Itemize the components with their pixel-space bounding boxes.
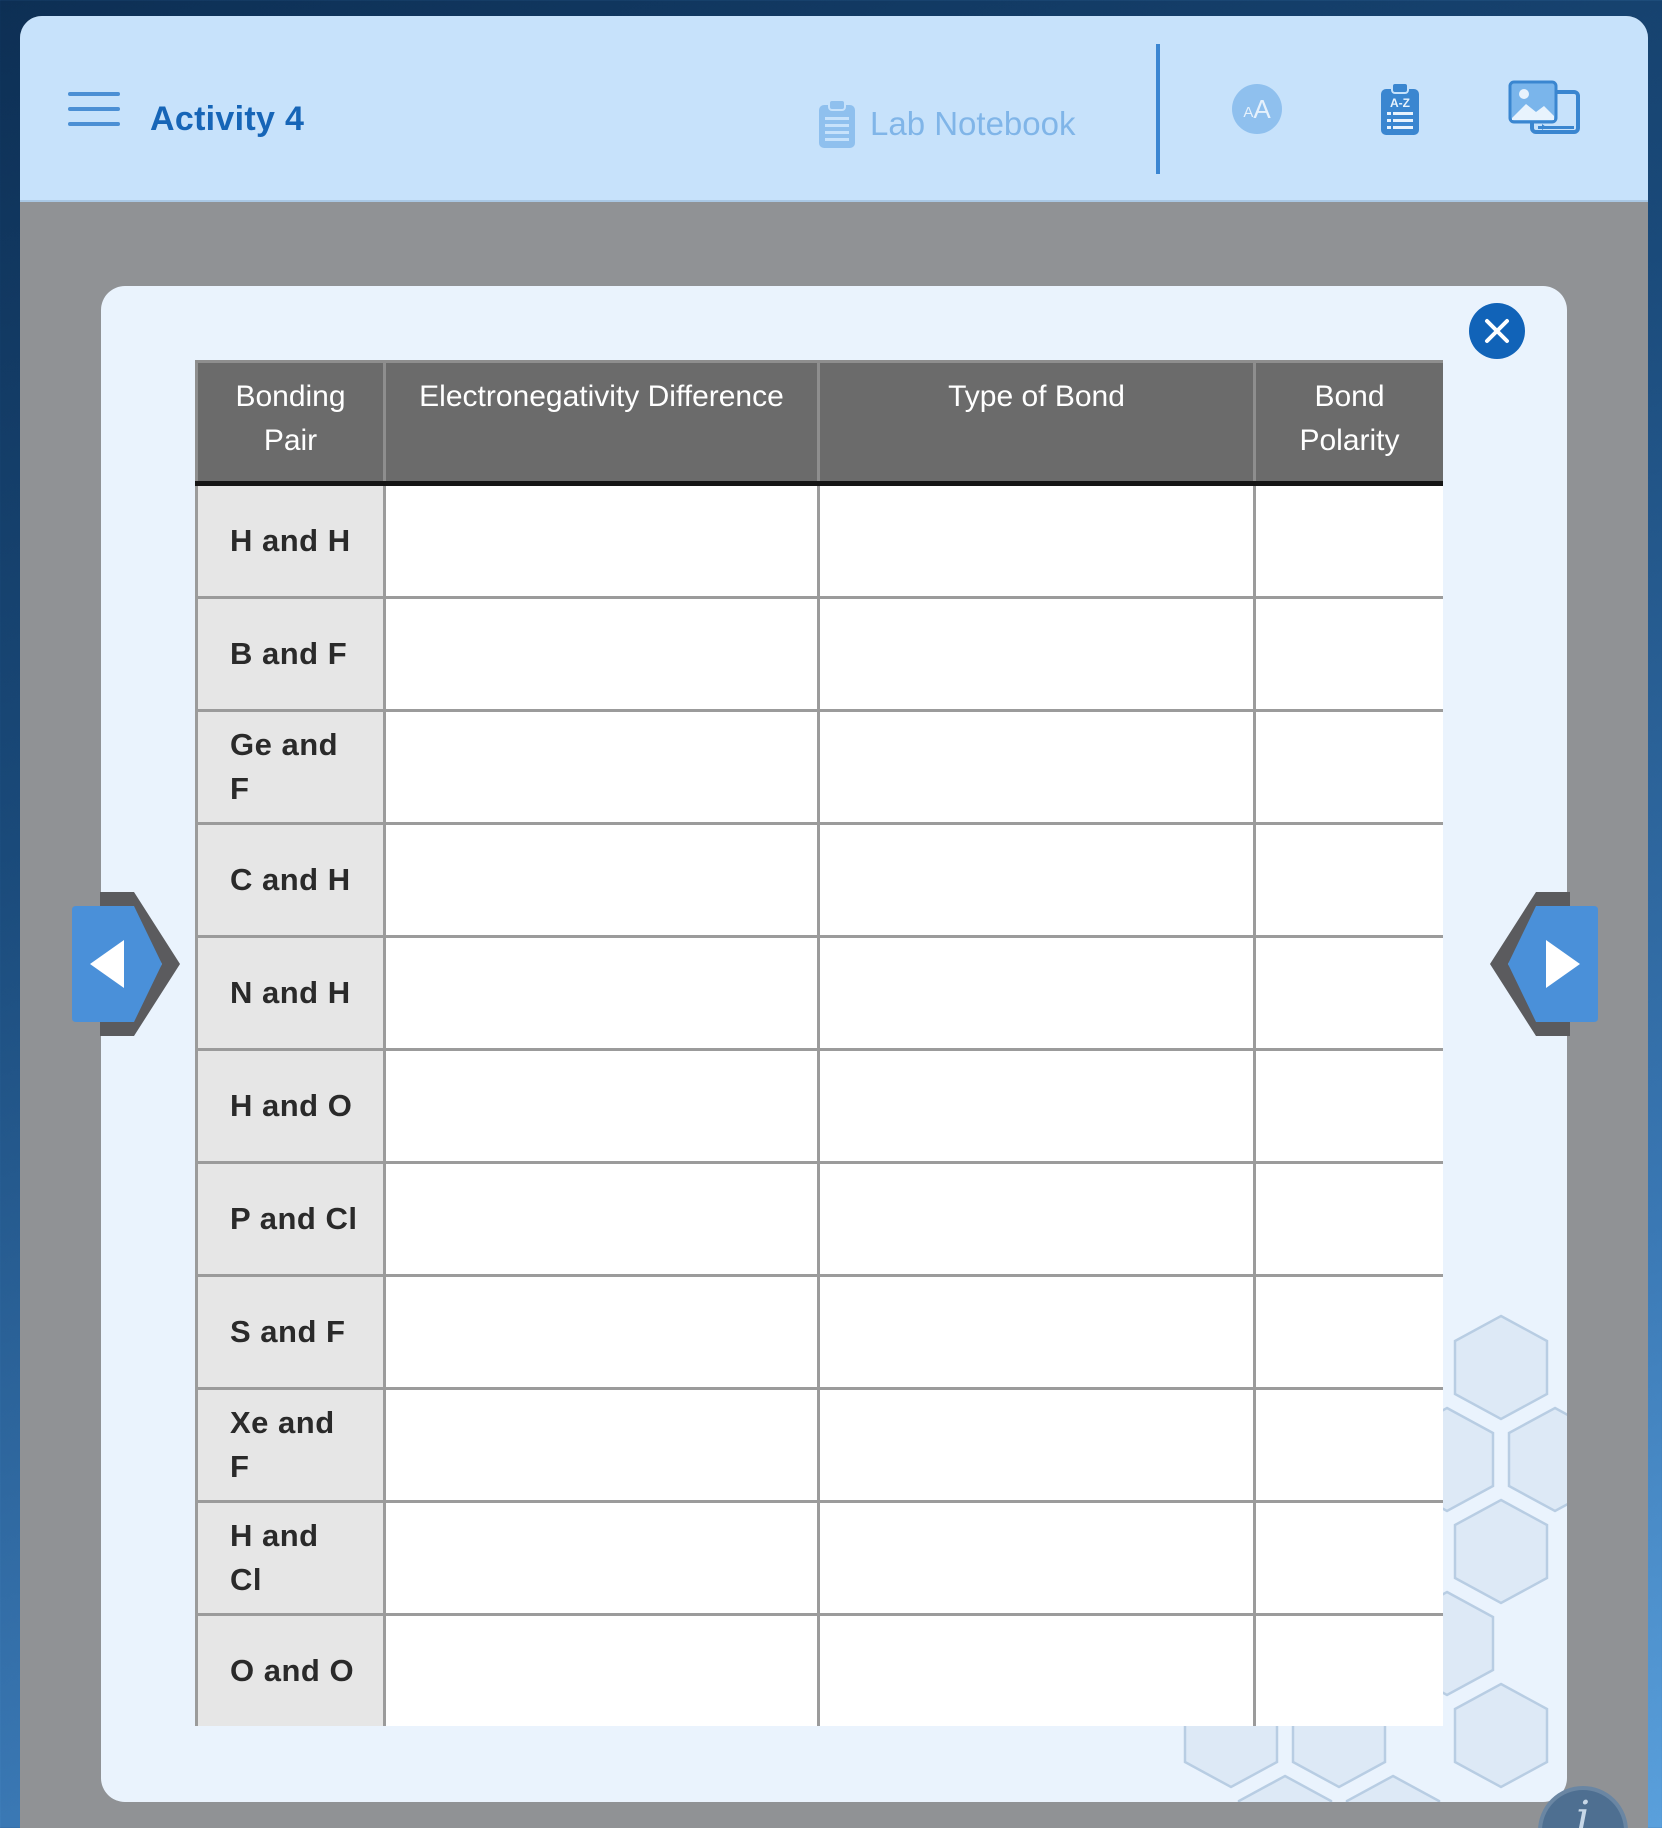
clipboard-icon	[819, 99, 855, 148]
close-icon	[1485, 319, 1509, 343]
table-row: C and H	[195, 822, 1443, 938]
hamburger-menu-icon[interactable]	[68, 92, 120, 126]
glossary-button[interactable]: A-Z	[1380, 82, 1420, 141]
bond-polarity-input-cell[interactable]	[1253, 1274, 1443, 1390]
image-gallery-icon	[1508, 80, 1580, 134]
bond-polarity-input-cell[interactable]	[1253, 709, 1443, 825]
bonding-pair-cell: H and O	[195, 1048, 386, 1164]
table-row: H and Cl	[195, 1500, 1443, 1616]
bond-type-input-cell[interactable]	[817, 822, 1256, 938]
bond-type-input-cell[interactable]	[817, 1500, 1256, 1616]
bond-polarity-input-cell[interactable]	[1253, 1387, 1443, 1503]
table-header-row: Bonding Pair Electronegativity Differenc…	[195, 360, 1443, 486]
app-frame: Activity 4 Lab Notebook AA A-Z Bonding P…	[20, 16, 1648, 1828]
table-row: P and Cl	[195, 1161, 1443, 1277]
previous-page-button[interactable]	[68, 892, 180, 1041]
bond-polarity-input-cell[interactable]	[1253, 482, 1443, 599]
media-gallery-button[interactable]	[1508, 80, 1580, 141]
column-header: Type of Bond	[817, 360, 1256, 486]
bond-type-input-cell[interactable]	[817, 1048, 1256, 1164]
bond-polarity-input-cell[interactable]	[1253, 1161, 1443, 1277]
table-row: Ge and F	[195, 709, 1443, 825]
table-row: H and O	[195, 1048, 1443, 1164]
electronegativity-input-cell[interactable]	[383, 822, 820, 938]
bonding-pair-cell: O and O	[195, 1613, 386, 1726]
arrow-left-icon	[72, 892, 180, 1036]
arrow-right-icon	[1490, 892, 1598, 1036]
bonding-pair-cell: H and Cl	[195, 1500, 386, 1616]
top-bar: Activity 4 Lab Notebook AA A-Z	[20, 16, 1648, 202]
data-table-modal: Bonding Pair Electronegativity Differenc…	[101, 286, 1567, 1802]
bond-polarity-input-cell[interactable]	[1253, 1613, 1443, 1726]
close-button[interactable]	[1469, 303, 1525, 359]
lab-notebook-button[interactable]: Lab Notebook	[818, 98, 1076, 150]
electronegativity-input-cell[interactable]	[383, 482, 820, 599]
bond-data-table: Bonding Pair Electronegativity Differenc…	[195, 360, 1443, 1726]
table-row: O and O	[195, 1613, 1443, 1726]
table-scroll-area[interactable]: Bonding Pair Electronegativity Differenc…	[195, 360, 1443, 1726]
electronegativity-input-cell[interactable]	[383, 1274, 820, 1390]
bond-type-input-cell[interactable]	[817, 482, 1256, 599]
table-row: Xe and F	[195, 1387, 1443, 1503]
bonding-pair-cell: S and F	[195, 1274, 386, 1390]
bonding-pair-cell: N and H	[195, 935, 386, 1051]
electronegativity-input-cell[interactable]	[383, 935, 820, 1051]
column-header: Electronegativity Difference	[383, 360, 820, 486]
electronegativity-input-cell[interactable]	[383, 1161, 820, 1277]
bonding-pair-cell: C and H	[195, 822, 386, 938]
bond-type-input-cell[interactable]	[817, 1387, 1256, 1503]
bond-type-input-cell[interactable]	[817, 709, 1256, 825]
electronegativity-input-cell[interactable]	[383, 1387, 820, 1503]
bond-type-input-cell[interactable]	[817, 1161, 1256, 1277]
table-row: B and F	[195, 596, 1443, 712]
glossary-icon: A-Z	[1381, 82, 1419, 135]
text-size-button[interactable]: AA	[1232, 84, 1282, 134]
bonding-pair-cell: P and Cl	[195, 1161, 386, 1277]
bond-type-input-cell[interactable]	[817, 596, 1256, 712]
bond-polarity-input-cell[interactable]	[1253, 596, 1443, 712]
column-header: Bonding Pair	[195, 360, 386, 486]
svg-text:A-Z: A-Z	[1390, 96, 1410, 110]
bond-polarity-input-cell[interactable]	[1253, 822, 1443, 938]
table-row: H and H	[195, 482, 1443, 599]
bond-type-input-cell[interactable]	[817, 1274, 1256, 1390]
electronegativity-input-cell[interactable]	[383, 1048, 820, 1164]
table-row: N and H	[195, 935, 1443, 1051]
bonding-pair-cell: B and F	[195, 596, 386, 712]
electronegativity-input-cell[interactable]	[383, 709, 820, 825]
column-header: Bond Polarity	[1253, 360, 1443, 486]
bond-polarity-input-cell[interactable]	[1253, 1500, 1443, 1616]
bonding-pair-cell: Ge and F	[195, 709, 386, 825]
next-page-button[interactable]	[1490, 892, 1602, 1041]
lab-notebook-label: Lab Notebook	[870, 105, 1076, 142]
page-title: Activity 4	[150, 100, 305, 138]
toolbar-divider	[1156, 44, 1160, 174]
electronegativity-input-cell[interactable]	[383, 1613, 820, 1726]
bond-polarity-input-cell[interactable]	[1253, 1048, 1443, 1164]
bond-type-input-cell[interactable]	[817, 935, 1256, 1051]
electronegativity-input-cell[interactable]	[383, 596, 820, 712]
bond-type-input-cell[interactable]	[817, 1613, 1256, 1726]
bonding-pair-cell: Xe and F	[195, 1387, 386, 1503]
bond-polarity-input-cell[interactable]	[1253, 935, 1443, 1051]
bonding-pair-cell: H and H	[195, 482, 386, 599]
electronegativity-input-cell[interactable]	[383, 1500, 820, 1616]
table-row: S and F	[195, 1274, 1443, 1390]
